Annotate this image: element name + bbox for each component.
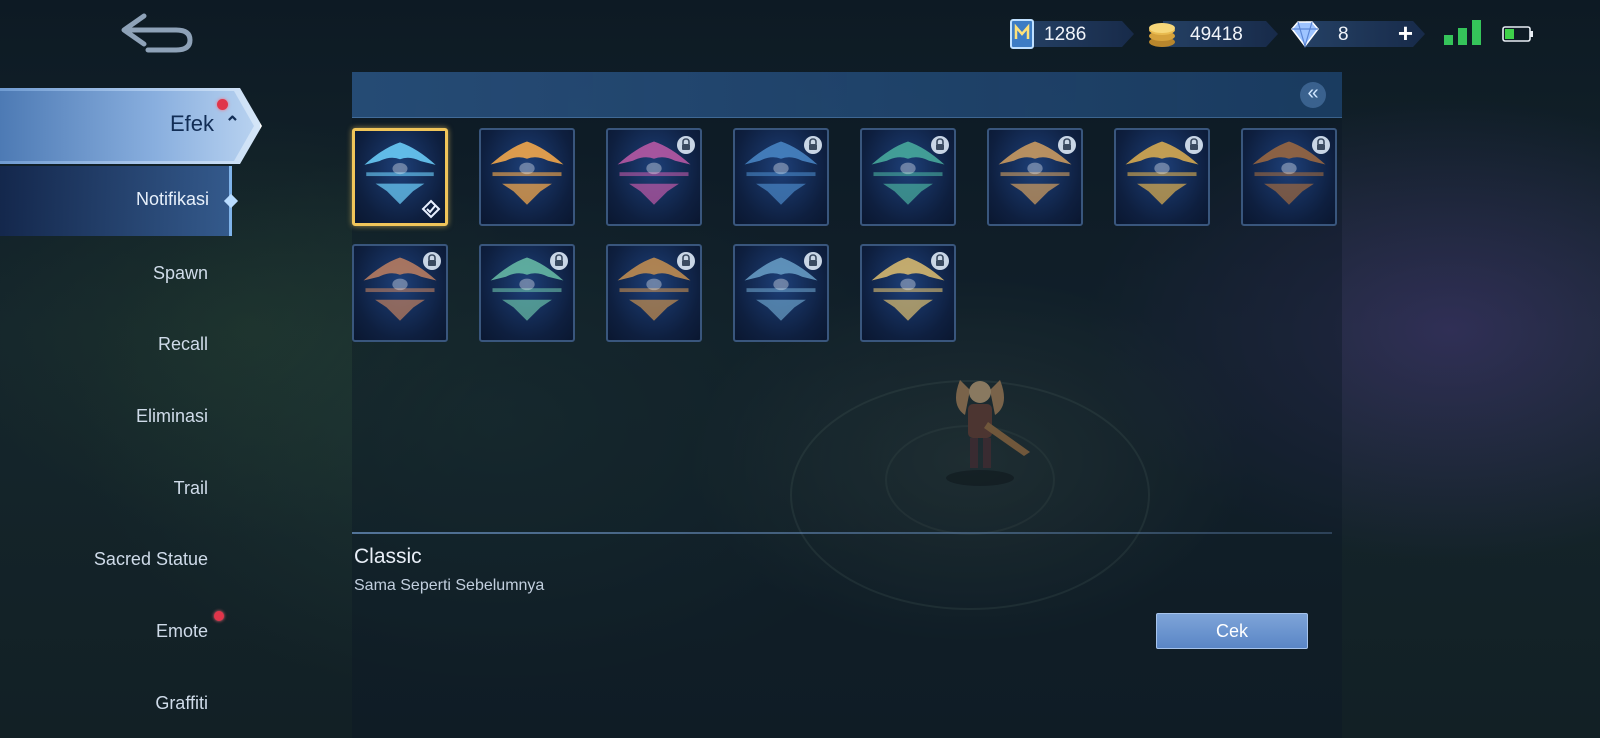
active-indicator bbox=[223, 193, 239, 209]
sidebar-item-trail[interactable]: Trail bbox=[174, 478, 208, 499]
effect-card[interactable] bbox=[860, 244, 956, 342]
gold-counter: 49418 bbox=[1145, 17, 1278, 51]
panel-header: « bbox=[352, 72, 1342, 118]
lock-icon bbox=[1058, 136, 1076, 154]
sidebar-item-emote[interactable]: Emote bbox=[156, 621, 208, 642]
lock-icon bbox=[804, 136, 822, 154]
effect-card[interactable] bbox=[860, 128, 956, 226]
chevron-up-icon: ⌃ bbox=[224, 113, 240, 133]
lock-icon bbox=[677, 136, 695, 154]
notification-badge bbox=[214, 611, 224, 621]
gold-amount: 49418 bbox=[1190, 24, 1243, 45]
lock-icon bbox=[423, 252, 441, 270]
ticket-amount: 1286 bbox=[1044, 24, 1087, 45]
battery-icon bbox=[1502, 26, 1533, 42]
collapse-double-chevron-icon[interactable]: « bbox=[1300, 82, 1326, 108]
diamond-amount: 8 bbox=[1338, 24, 1349, 45]
signal-icon bbox=[1444, 20, 1481, 45]
gold-coin-icon bbox=[1149, 23, 1175, 47]
diamond-counter: 8 + bbox=[1288, 17, 1425, 51]
notification-badge bbox=[217, 99, 228, 110]
effect-card[interactable] bbox=[987, 128, 1083, 226]
sidebar-item-graffiti[interactable]: Graffiti bbox=[155, 693, 208, 714]
selected-effect-name: Classic bbox=[354, 545, 422, 568]
sidebar-item-eliminasi[interactable]: Eliminasi bbox=[136, 406, 208, 427]
effect-card[interactable] bbox=[733, 244, 829, 342]
effect-card[interactable] bbox=[479, 128, 575, 226]
add-diamond-button[interactable]: + bbox=[1398, 20, 1413, 46]
effect-card[interactable] bbox=[733, 128, 829, 226]
sidebar-item-recall[interactable]: Recall bbox=[158, 334, 208, 355]
category-tab-efek[interactable]: Efek ⌃ bbox=[0, 88, 262, 164]
lock-icon bbox=[550, 252, 568, 270]
ticket-icon bbox=[1010, 19, 1034, 49]
check-button[interactable]: Cek bbox=[1156, 613, 1308, 649]
lock-icon bbox=[931, 136, 949, 154]
back-arrow-icon[interactable] bbox=[118, 10, 198, 54]
effect-card[interactable] bbox=[1241, 128, 1337, 226]
sidebar-item-spawn[interactable]: Spawn bbox=[153, 263, 208, 284]
lock-icon bbox=[931, 252, 949, 270]
effect-preview-image bbox=[490, 141, 564, 205]
sidebar-item-sacred-statue[interactable]: Sacred Statue bbox=[94, 549, 208, 570]
diamond-icon bbox=[1291, 21, 1319, 49]
effect-card[interactable] bbox=[606, 128, 702, 226]
effect-card[interactable] bbox=[1114, 128, 1210, 226]
sidebar-item-label: Notifikasi bbox=[135, 189, 209, 209]
lock-icon bbox=[804, 252, 822, 270]
effect-card[interactable] bbox=[606, 244, 702, 342]
effect-card[interactable] bbox=[352, 128, 448, 226]
ticket-counter: 1286 bbox=[1006, 17, 1134, 51]
sidebar-item-notifikasi[interactable]: Notifikasi bbox=[0, 166, 239, 236]
selected-effect-description: Sama Seperti Sebelumnya bbox=[354, 577, 545, 594]
equipped-icon bbox=[421, 199, 441, 219]
divider bbox=[352, 532, 1332, 534]
lock-icon bbox=[1185, 136, 1203, 154]
effect-card[interactable] bbox=[479, 244, 575, 342]
lock-icon bbox=[1312, 136, 1330, 154]
category-label: Efek bbox=[169, 111, 214, 136]
lock-icon bbox=[677, 252, 695, 270]
effect-card[interactable] bbox=[352, 244, 448, 342]
